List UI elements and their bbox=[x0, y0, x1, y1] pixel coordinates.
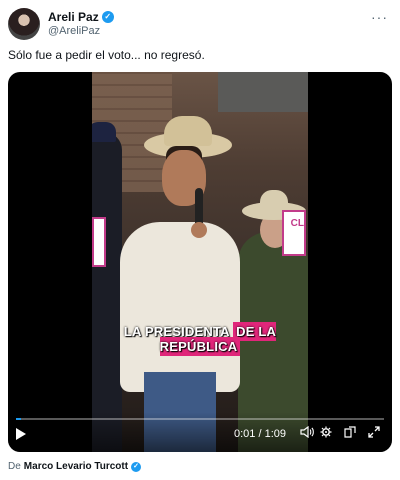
video-player[interactable]: CL LA PRESIDENTA DE LA REPÚBLICA 0:01 / … bbox=[8, 72, 392, 452]
volume-icon[interactable] bbox=[300, 425, 314, 441]
video-time: 0:01 / 1:09 bbox=[234, 428, 286, 440]
play-icon[interactable] bbox=[16, 428, 26, 440]
campaign-sign bbox=[92, 217, 106, 267]
source-prefix: De bbox=[8, 461, 21, 472]
crowd-cap bbox=[92, 122, 116, 142]
verified-badge-icon: ✓ bbox=[101, 11, 114, 23]
tweet-text: Sólo fue a pedir el voto... no regresó. bbox=[8, 48, 205, 62]
author-name[interactable]: Areli Paz bbox=[48, 10, 99, 24]
progress-bar[interactable] bbox=[16, 418, 384, 420]
speaker-hat-crown bbox=[164, 116, 212, 146]
video-caption: LA PRESIDENTA DE LA REPÚBLICA bbox=[92, 322, 308, 356]
campaign-sign bbox=[282, 210, 306, 256]
speaker-hand bbox=[191, 222, 207, 238]
video-frame: CL bbox=[92, 72, 308, 452]
campaign-sign-text: CL bbox=[290, 218, 304, 229]
background-roof bbox=[218, 72, 308, 112]
more-options-icon[interactable]: ··· bbox=[371, 9, 388, 25]
avatar[interactable] bbox=[8, 8, 40, 40]
progress-fill bbox=[16, 418, 22, 420]
settings-icon[interactable] bbox=[320, 426, 332, 441]
source-author-link[interactable]: Marco Levario Turcott bbox=[24, 461, 128, 472]
speaker-shirt bbox=[120, 222, 240, 392]
video-source: De Marco Levario Turcott ✓ bbox=[8, 461, 142, 472]
woman-hat-crown bbox=[260, 190, 288, 208]
fullscreen-icon[interactable] bbox=[368, 426, 380, 441]
author-handle[interactable]: @AreliPaz bbox=[48, 25, 100, 37]
crowd-person bbox=[92, 132, 122, 452]
popout-icon[interactable] bbox=[344, 426, 356, 441]
author-row: Areli Paz ✓ bbox=[48, 10, 114, 24]
verified-badge-icon: ✓ bbox=[131, 461, 142, 472]
video-controls: 0:01 / 1:09 bbox=[8, 412, 392, 452]
